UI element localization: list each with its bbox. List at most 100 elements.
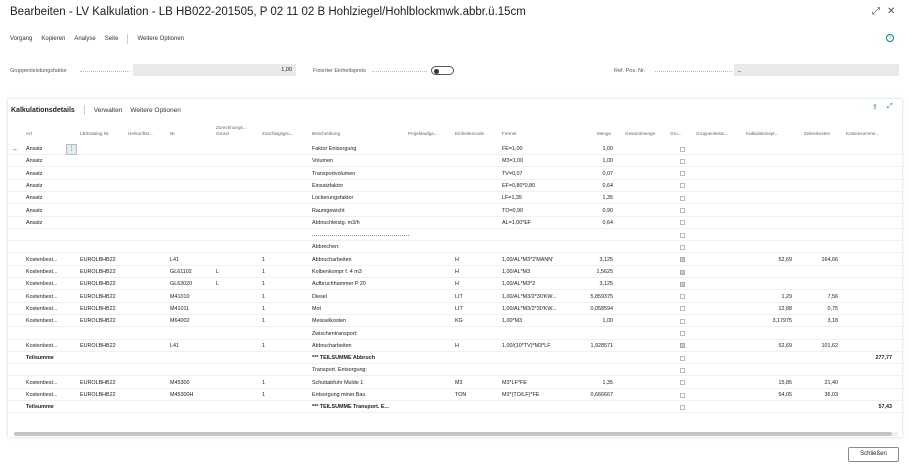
lb-katalog-cell[interactable]: EUROLBHB22 — [80, 255, 130, 266]
line-cost-cell[interactable]: 7,56 — [798, 292, 839, 303]
formula-cell[interactable]: 1,00/AL*M3*2'MANN' — [502, 255, 577, 266]
close-button[interactable]: Schließen — [848, 447, 899, 462]
zuschlag-cell[interactable]: 1 — [262, 279, 282, 290]
cost-sum-cell[interactable] — [846, 193, 892, 204]
cost-sum-cell[interactable]: 57,43 — [846, 402, 893, 413]
line-cost-cell[interactable] — [798, 402, 838, 413]
quantity-cell[interactable]: 0,666667 — [579, 390, 613, 401]
line-cost-cell[interactable] — [798, 181, 838, 192]
cost-sum-cell[interactable] — [846, 279, 892, 290]
cost-sum-cell[interactable] — [846, 242, 892, 253]
zuschlag-cell[interactable]: 1 — [262, 292, 282, 303]
art-cell[interactable]: Ansatz — [26, 169, 66, 180]
unit-cell[interactable]: H — [455, 279, 485, 290]
table-row[interactable]: Kostenbest... EUROLBHB22 M45300 1 Schuttabfu… — [8, 378, 902, 389]
group-checkbox[interactable] — [680, 404, 685, 410]
group-checkbox[interactable] — [680, 380, 685, 386]
lb-katalog-cell[interactable] — [80, 353, 130, 364]
table-row[interactable]: Ansatz Abbruchleistg. m3/h AL=1,00*EF 0,64 — [8, 218, 902, 229]
expand-icon[interactable]: ⤢ — [872, 6, 880, 17]
unit-cell[interactable] — [455, 206, 485, 217]
zurechnung-cell[interactable]: L — [216, 267, 236, 278]
quantity-cell[interactable] — [579, 402, 613, 413]
zuschlag-cell[interactable]: 1 — [262, 341, 282, 352]
nr-cell[interactable]: M41010 — [170, 292, 210, 303]
unit-cell[interactable]: H — [455, 267, 485, 278]
menu-analyse[interactable]: Analyse — [74, 36, 95, 42]
menu-seite[interactable]: Seite — [105, 36, 119, 42]
zuschlag-cell[interactable]: 1 — [262, 255, 282, 266]
group-checkbox[interactable] — [680, 232, 685, 238]
line-cost-cell[interactable] — [798, 169, 838, 180]
zurechnung-cell[interactable] — [216, 218, 236, 229]
formula-cell[interactable]: EF=0,80*0,80 — [502, 181, 577, 192]
lb-katalog-cell[interactable]: EUROLBHB22 — [80, 304, 130, 315]
group-checkbox[interactable] — [680, 343, 685, 349]
quantity-cell[interactable]: 1,35 — [579, 378, 614, 389]
table-row[interactable]: Ansatz Raumgewicht TO=0,90 0,90 — [8, 206, 902, 217]
cost-sum-cell[interactable] — [846, 218, 892, 229]
unit-cell[interactable]: H — [455, 255, 485, 266]
zuschlag-cell[interactable]: 1 — [262, 304, 282, 315]
line-cost-cell[interactable] — [798, 144, 838, 155]
table-row[interactable]: Zwischentransport: — [8, 329, 902, 340]
formula-cell[interactable]: 1,00/AL*M3/2*30'KW... — [502, 304, 577, 315]
calc-price-cell[interactable] — [746, 156, 792, 167]
line-cost-cell[interactable]: 21,40 — [798, 378, 839, 389]
unit-cell[interactable] — [455, 365, 485, 376]
nr-cell[interactable] — [170, 144, 210, 155]
cost-sum-cell[interactable] — [846, 169, 892, 180]
calc-price-cell[interactable] — [746, 193, 792, 204]
zurechnung-cell[interactable] — [216, 390, 236, 401]
calc-price-cell[interactable]: 3,17975 — [746, 316, 793, 327]
unit-cell[interactable]: H — [455, 341, 485, 352]
table-row[interactable]: Kostenbest... EUROLBHB22 M45300H 1 Entsorgun… — [8, 390, 902, 401]
calc-price-cell[interactable] — [746, 279, 792, 290]
zuschlag-cell[interactable] — [262, 402, 282, 413]
quantity-cell[interactable]: 1,00 — [579, 144, 614, 155]
zuschlag-cell[interactable]: 1 — [262, 316, 282, 327]
lb-katalog-cell[interactable]: EUROLBHB22 — [80, 292, 130, 303]
group-checkbox[interactable] — [680, 171, 685, 177]
group-checkbox[interactable] — [680, 158, 685, 164]
col-menge[interactable]: Menge — [584, 131, 611, 137]
lb-katalog-cell[interactable] — [80, 230, 130, 241]
description-cell[interactable]: *** TEILSUMME Transport. E... — [312, 402, 410, 413]
line-cost-cell[interactable] — [798, 156, 838, 167]
nr-cell[interactable] — [170, 156, 210, 167]
formula-cell[interactable]: AL=1,00*EF — [502, 218, 577, 229]
quantity-cell[interactable]: 3,125 — [579, 279, 614, 290]
zurechnung-cell[interactable] — [216, 169, 236, 180]
nr-cell[interactable] — [170, 169, 210, 180]
group-checkbox[interactable] — [680, 208, 685, 213]
lb-katalog-cell[interactable] — [80, 156, 130, 167]
description-cell[interactable]: Volumen — [312, 156, 410, 167]
col-art[interactable]: Art — [26, 131, 32, 137]
table-row[interactable]: → ⋮ Ansatz Faktor Entsorgung FE=1,00 1,00 — [8, 144, 902, 155]
table-row[interactable]: Transport. Entsorgung: — [8, 365, 902, 377]
group-checkbox[interactable] — [680, 318, 685, 324]
zurechnung-cell[interactable]: L — [216, 279, 236, 290]
description-cell[interactable]: Diesel — [312, 292, 410, 303]
expand-part-icon[interactable]: ⤢ — [887, 103, 893, 111]
line-cost-cell[interactable] — [798, 279, 838, 290]
formula-cell[interactable]: 1,00*M3 — [502, 316, 577, 327]
calc-price-cell[interactable] — [746, 144, 792, 155]
zurechnung-cell[interactable] — [216, 341, 236, 352]
zuschlag-cell[interactable] — [262, 230, 282, 241]
unit-cell[interactable] — [455, 353, 485, 364]
cost-sum-cell[interactable] — [846, 329, 892, 340]
menu-vorgang[interactable]: Vorgang — [10, 36, 32, 42]
cost-sum-cell[interactable] — [846, 144, 892, 155]
cost-sum-cell[interactable] — [846, 181, 892, 192]
zuschlag-cell[interactable]: 1 — [262, 390, 282, 401]
line-cost-cell[interactable]: 164,66 — [798, 255, 839, 266]
calc-price-cell[interactable] — [746, 230, 792, 241]
lb-katalog-cell[interactable] — [80, 169, 130, 180]
formula-cell[interactable] — [502, 402, 577, 413]
cost-sum-cell[interactable] — [846, 230, 892, 241]
zurechnung-cell[interactable] — [216, 402, 236, 413]
group-checkbox[interactable] — [680, 281, 685, 287]
zuschlag-cell[interactable] — [262, 144, 282, 155]
calc-price-cell[interactable] — [746, 169, 792, 180]
